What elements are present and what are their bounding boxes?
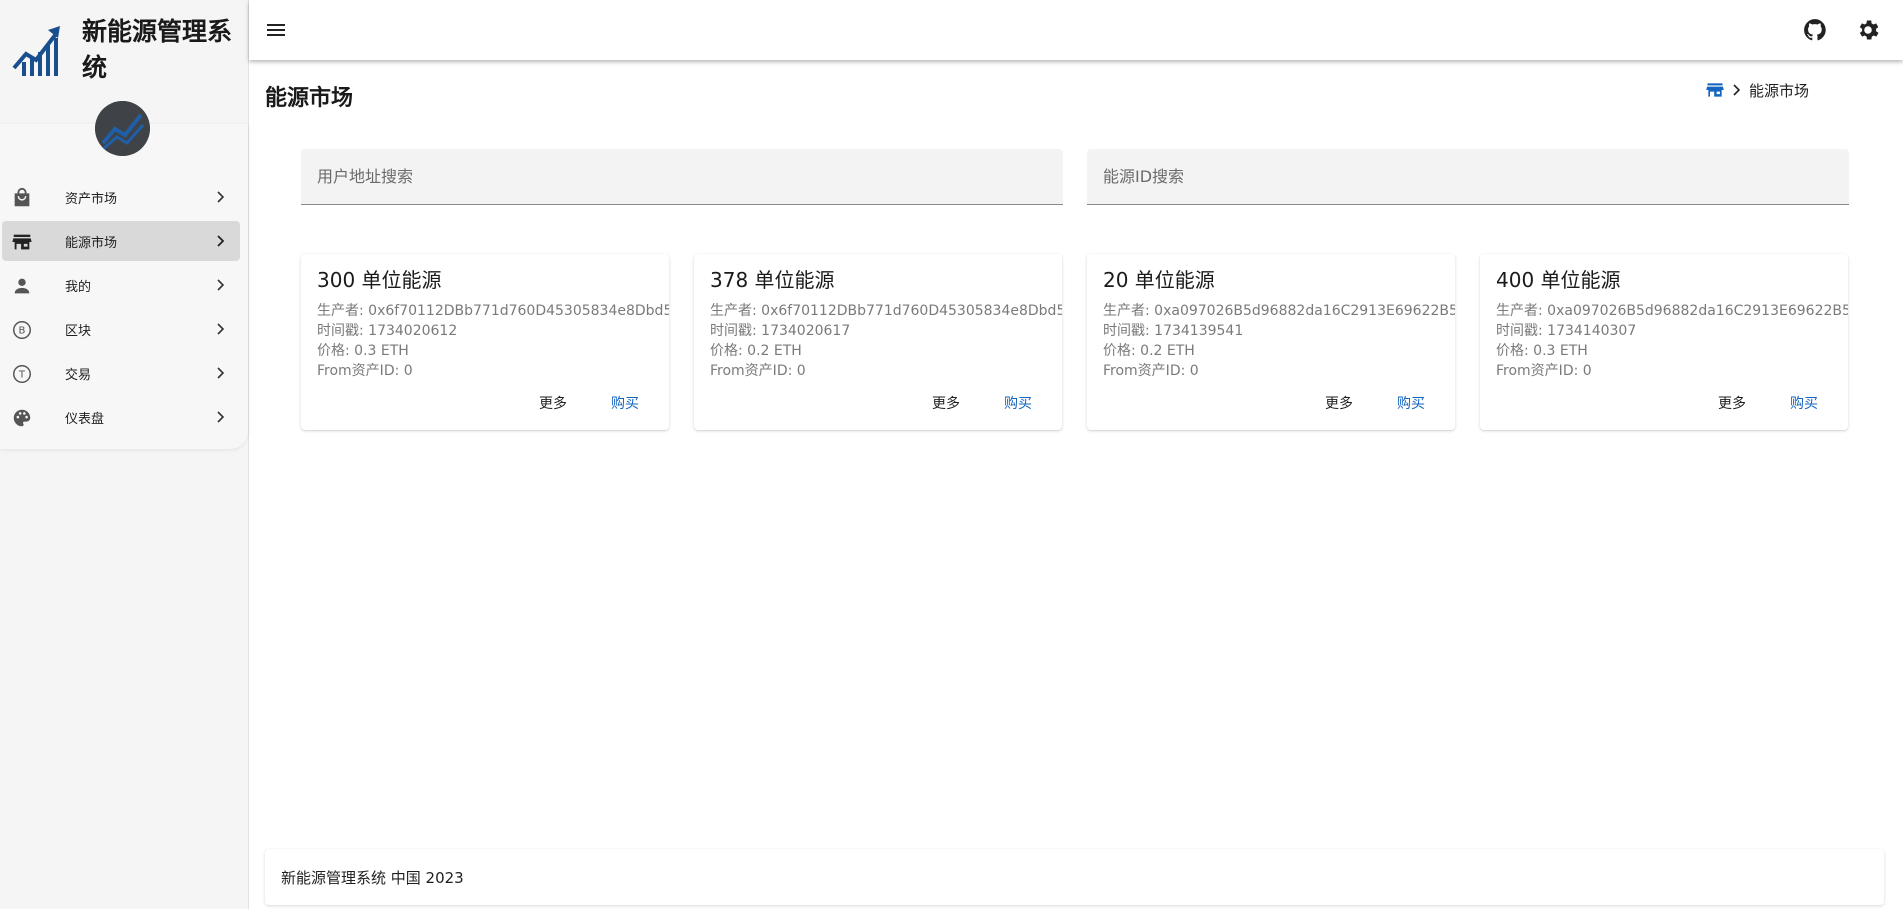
shopping-bag-icon (14, 187, 30, 207)
chevron-right-icon (217, 411, 225, 423)
buy-button[interactable]: 购买 (605, 391, 645, 415)
menu-icon[interactable] (264, 18, 288, 42)
sidebar-item-label: 交易 (65, 367, 92, 383)
breadcrumb-current: 能源市场 (1749, 81, 1810, 100)
palette-icon (13, 409, 31, 427)
bitcoin-circle-icon: B (13, 321, 31, 339)
chevron-right-icon (217, 279, 225, 291)
energy-card: 20 单位能源 生产者: 0xa097026B5d96882da16C2913E… (1087, 254, 1455, 430)
sidebar: 新能源管理系统 资产市场 能源市场 我的 B 区块 T 交易 仪表盘 (0, 0, 249, 909)
buy-button[interactable]: 购买 (1784, 391, 1824, 415)
t-circle-icon: T (13, 365, 31, 383)
energy-card: 300 单位能源 生产者: 0x6f70112DBb771d760D453058… (301, 254, 669, 430)
card-title: 300 单位能源 (317, 268, 442, 292)
avatar-chart-icon (95, 101, 150, 156)
buy-button[interactable]: 购买 (1391, 391, 1431, 415)
user-address-search (301, 149, 1063, 205)
card-from-asset: From资产ID: 0 (710, 363, 806, 379)
top-app-bar (249, 0, 1903, 60)
card-producer: 生产者: 0xa097026B5d96882da16C2913E69622B56… (1496, 303, 1848, 319)
page-title: 能源市场 (265, 86, 354, 111)
sidebar-item-block[interactable]: B 区块 (2, 309, 240, 349)
card-title: 378 单位能源 (710, 268, 835, 292)
avatar[interactable] (95, 101, 150, 156)
card-timestamp: 时间戳: 1734140307 (1496, 323, 1637, 339)
chart-logo-icon (12, 26, 60, 76)
storefront-icon (12, 234, 32, 250)
breadcrumb: 能源市场 (1705, 80, 1809, 100)
card-price: 价格: 0.3 ETH (317, 343, 409, 359)
sidebar-item-asset-market[interactable]: 资产市场 (2, 177, 240, 217)
energy-card: 400 单位能源 生产者: 0xa097026B5d96882da16C2913… (1480, 254, 1848, 430)
buy-button[interactable]: 购买 (998, 391, 1038, 415)
card-title: 400 单位能源 (1496, 268, 1621, 292)
storefront-icon[interactable] (1705, 80, 1725, 100)
chevron-right-icon (217, 191, 225, 203)
svg-text:B: B (19, 326, 26, 337)
sidebar-item-label: 区块 (65, 323, 92, 339)
energy-id-search (1087, 149, 1849, 205)
card-price: 价格: 0.2 ETH (710, 343, 802, 359)
chevron-right-icon (217, 235, 225, 247)
card-from-asset: From资产ID: 0 (317, 363, 413, 379)
sidebar-nav: 资产市场 能源市场 我的 B 区块 T 交易 仪表盘 (0, 177, 248, 441)
footer: 新能源管理系统 中国 2023 (265, 849, 1884, 905)
card-timestamp: 时间戳: 1734020617 (710, 323, 851, 339)
card-price: 价格: 0.3 ETH (1496, 343, 1588, 359)
card-timestamp: 时间戳: 1734020612 (317, 323, 458, 339)
energy-id-search-input[interactable] (1087, 149, 1849, 204)
app-root: 新能源管理系统 资产市场 能源市场 我的 B 区块 T 交易 仪表盘 能源市场 … (0, 0, 1903, 909)
sidebar-item-label: 资产市场 (65, 191, 118, 207)
chevron-right-icon (217, 367, 225, 379)
chevron-right-icon (1733, 84, 1741, 96)
card-title: 20 单位能源 (1103, 268, 1215, 292)
github-icon[interactable] (1802, 17, 1828, 43)
card-producer: 生产者: 0x6f70112DBb771d760D45305834e8Dbd57 (317, 303, 669, 319)
sidebar-item-mine[interactable]: 我的 (2, 265, 240, 305)
card-producer: 生产者: 0x6f70112DBb771d760D45305834e8Dbd57 (710, 303, 1062, 319)
more-button[interactable]: 更多 (1319, 391, 1359, 415)
footer-text: 新能源管理系统 中国 2023 (281, 868, 464, 887)
sidebar-item-energy-market[interactable]: 能源市场 (2, 221, 240, 261)
sidebar-item-label: 能源市场 (65, 235, 118, 251)
card-producer: 生产者: 0xa097026B5d96882da16C2913E69622B56… (1103, 303, 1455, 319)
more-button[interactable]: 更多 (926, 391, 966, 415)
more-button[interactable]: 更多 (533, 391, 573, 415)
brand: 新能源管理系统 (12, 14, 242, 84)
sidebar-item-dashboard[interactable]: 仪表盘 (2, 397, 240, 437)
svg-text:T: T (18, 370, 26, 381)
sidebar-item-transaction[interactable]: T 交易 (2, 353, 240, 393)
sidebar-item-label: 我的 (65, 279, 92, 295)
chevron-right-icon (217, 323, 225, 335)
card-timestamp: 时间戳: 1734139541 (1103, 323, 1244, 339)
sidebar-item-label: 仪表盘 (65, 411, 105, 427)
card-from-asset: From资产ID: 0 (1496, 363, 1592, 379)
more-button[interactable]: 更多 (1712, 391, 1752, 415)
card-from-asset: From资产ID: 0 (1103, 363, 1199, 379)
energy-card: 378 单位能源 生产者: 0x6f70112DBb771d760D453058… (694, 254, 1062, 430)
person-icon (14, 278, 30, 294)
card-price: 价格: 0.2 ETH (1103, 343, 1195, 359)
app-title: 新能源管理系统 (82, 17, 233, 82)
user-address-search-input[interactable] (301, 149, 1063, 204)
gear-icon[interactable] (1855, 17, 1881, 43)
